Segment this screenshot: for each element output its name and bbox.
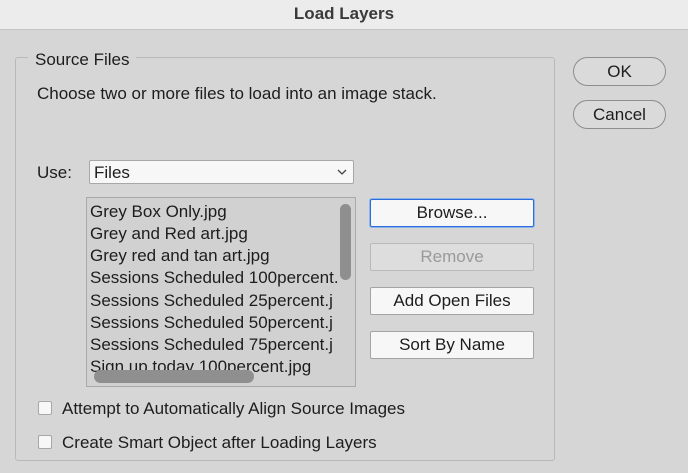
align-source-images-label[interactable]: Attempt to Automatically Align Source Im… — [62, 399, 405, 419]
file-list-item[interactable]: Grey and Red art.jpg — [90, 223, 337, 245]
ok-button-label: OK — [607, 62, 632, 81]
sort-by-name-button-label: Sort By Name — [399, 335, 505, 354]
add-open-files-button-label: Add Open Files — [393, 291, 511, 310]
file-list-item[interactable]: Sessions Scheduled 75percent.j — [90, 334, 337, 356]
sort-by-name-button[interactable]: Sort By Name — [370, 331, 534, 359]
source-files-instruction: Choose two or more files to load into an… — [37, 84, 437, 103]
browse-button-label: Browse... — [416, 203, 488, 222]
use-select[interactable]: Files — [89, 160, 354, 184]
file-list-item[interactable]: Sessions Scheduled 100percent. — [90, 267, 337, 289]
remove-button[interactable]: Remove — [370, 243, 534, 271]
align-source-images-checkbox[interactable] — [38, 401, 52, 415]
cancel-button[interactable]: Cancel — [573, 100, 666, 129]
file-list-vertical-scrollbar[interactable] — [340, 204, 351, 280]
chevron-down-icon — [337, 169, 347, 175]
file-list-item[interactable]: Sessions Scheduled 25percent.j — [90, 290, 337, 312]
use-label: Use: — [37, 163, 72, 182]
create-smart-object-checkbox[interactable] — [38, 435, 52, 449]
create-smart-object-label[interactable]: Create Smart Object after Loading Layers — [62, 433, 377, 453]
file-list-horizontal-scrollbar[interactable] — [94, 370, 254, 383]
source-files-list[interactable]: Grey Box Only.jpg Grey and Red art.jpg G… — [86, 197, 356, 387]
file-list-item[interactable]: Grey red and tan art.jpg — [90, 245, 337, 267]
file-list-item[interactable]: Grey Box Only.jpg — [90, 201, 337, 223]
add-open-files-button[interactable]: Add Open Files — [370, 287, 534, 315]
use-select-value: Files — [94, 163, 130, 182]
source-files-group-title: Source Files — [28, 50, 137, 69]
remove-button-label: Remove — [420, 247, 484, 266]
cancel-button-label: Cancel — [593, 105, 646, 124]
browse-button[interactable]: Browse... — [370, 199, 534, 227]
ok-button[interactable]: OK — [573, 57, 666, 86]
dialog-titlebar: Load Layers — [0, 0, 688, 30]
file-list-item[interactable]: Sessions Scheduled 50percent.j — [90, 312, 337, 334]
dialog-title: Load Layers — [293, 4, 395, 23]
